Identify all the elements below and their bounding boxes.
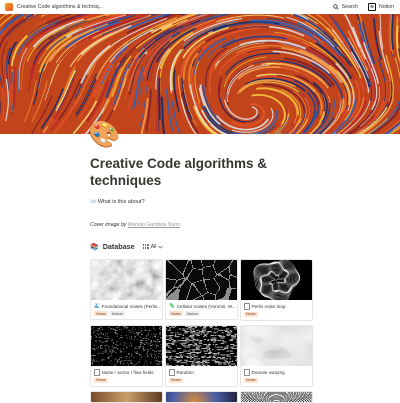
- card-thumbnail: [91, 326, 162, 366]
- gallery-card[interactable]: 🦠 Cellular noises (Voronoi, W... Noise N…: [165, 259, 238, 320]
- wave-icon: 🌊: [94, 303, 100, 309]
- card-title: Noise / vector / flow fields: [91, 366, 162, 376]
- topbar-actions: Search N Notion: [333, 0, 394, 14]
- card-thumbnail: [91, 260, 162, 300]
- tag-noise: Noise: [94, 311, 108, 316]
- notion-logo-icon: N: [368, 3, 376, 11]
- card-tags: Noise: [241, 376, 312, 386]
- page-title: Creative Code algorithms & techniques: [90, 156, 320, 189]
- gallery-card[interactable]: Noise / vector / flow fields Noise: [90, 325, 163, 387]
- tag-noise: Noise: [94, 378, 108, 383]
- card-tags: Noise Nature: [166, 309, 237, 319]
- page-icon[interactable]: 🎨: [88, 119, 118, 149]
- about-text: What is this about?: [98, 199, 145, 205]
- database-title[interactable]: Database: [103, 242, 135, 251]
- about-toggle[interactable]: ⌨️ What is this about?: [90, 199, 145, 205]
- gallery-card[interactable]: [240, 391, 313, 403]
- cover-image: [0, 14, 400, 134]
- gallery-card[interactable]: 🌊 Foundational noises (Perlin... Noise N…: [90, 259, 163, 320]
- card-thumbnail: [241, 326, 312, 366]
- tag-noise: Noise: [244, 378, 258, 383]
- tag-noise: Noise: [169, 378, 183, 383]
- page-icon: [94, 369, 100, 376]
- gallery-card[interactable]: [165, 391, 238, 403]
- tag-nature: Nature: [110, 311, 125, 316]
- card-thumbnail: [166, 326, 237, 366]
- card-title-text: Foundational noises (Perlin...: [102, 304, 162, 309]
- breadcrumb-title[interactable]: Creative Code algorithms & techniq...: [17, 4, 103, 10]
- card-title: Domain warping: [241, 366, 312, 376]
- tag-noise: Noise: [244, 312, 258, 317]
- keyboard-icon: ⌨️: [90, 199, 97, 205]
- top-bar: Creative Code algorithms & techniq... Se…: [0, 0, 400, 14]
- page-icon: [244, 303, 250, 310]
- card-tags: Noise: [91, 376, 162, 386]
- page-favicon-icon: [5, 3, 13, 11]
- card-thumbnail: [241, 392, 312, 402]
- card-title-text: Perlin noise loop: [252, 304, 286, 309]
- tag-noise: Noise: [169, 311, 183, 316]
- card-tags: Noise Nature: [91, 309, 162, 319]
- cover-artwork: [0, 14, 400, 134]
- card-thumbnail: [166, 392, 237, 402]
- books-icon: 📚: [90, 243, 99, 251]
- gallery-card[interactable]: Domain warping Noise: [240, 325, 313, 387]
- microbe-icon: 🦠: [169, 303, 175, 309]
- card-thumbnail: [241, 260, 312, 300]
- gallery-card[interactable]: Perlin noise loop Noise: [240, 259, 313, 321]
- card-title-text: Domain warping: [252, 370, 285, 375]
- view-selector[interactable]: All: [143, 244, 164, 250]
- search-icon: [333, 4, 339, 10]
- notion-button[interactable]: N Notion: [368, 3, 394, 11]
- card-thumbnail: [166, 260, 237, 300]
- gallery-view-icon: [143, 244, 149, 249]
- card-title-text: Random: [177, 370, 194, 375]
- gallery-card[interactable]: [90, 391, 163, 403]
- chevron-down-icon: [158, 245, 163, 249]
- card-tags: Noise: [241, 310, 312, 320]
- card-title: 🦠 Cellular noises (Voronoi, W...: [166, 300, 237, 309]
- card-title: Perlin noise loop: [241, 300, 312, 310]
- database-header: 📚 Database All: [90, 242, 163, 251]
- cover-credit-prefix: Cover image by: [90, 222, 128, 228]
- page-icon: [169, 369, 175, 376]
- search-button[interactable]: Search: [333, 4, 358, 10]
- tag-nature: Nature: [185, 311, 200, 316]
- view-label: All: [151, 244, 157, 250]
- card-tags: Noise: [166, 376, 237, 386]
- card-title: 🌊 Foundational noises (Perlin...: [91, 300, 162, 309]
- cover-credit-author-link[interactable]: Manolo Gamboa Naon: [128, 222, 180, 228]
- card-title-text: Noise / vector / flow fields: [102, 370, 154, 375]
- card-thumbnail: [91, 392, 162, 402]
- card-title: Random: [166, 366, 237, 376]
- cover-credit: Cover image by Manolo Gamboa Naon: [90, 222, 180, 228]
- search-label: Search: [342, 4, 358, 10]
- notion-label: Notion: [379, 4, 394, 10]
- gallery-card[interactable]: Random Noise: [165, 325, 238, 387]
- page-icon: [244, 369, 250, 376]
- card-title-text: Cellular noises (Voronoi, W...: [177, 304, 236, 309]
